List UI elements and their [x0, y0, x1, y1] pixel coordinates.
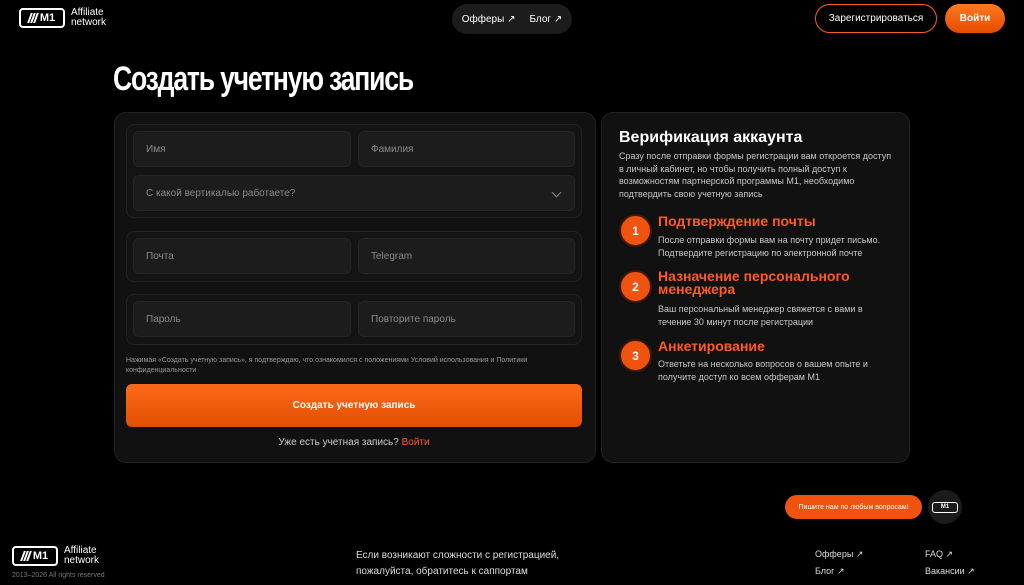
verification-intro: Сразу после отправки формы регистрации в…: [619, 151, 892, 199]
vertical-select[interactable]: С какой вертикалью работаете?: [133, 175, 575, 211]
logo-text: Affiliate network: [71, 8, 106, 28]
footer-logo-text: Affiliate network: [64, 546, 99, 566]
footer-link-vacancies-label: Вакансии: [925, 566, 965, 576]
step-title-1: Подтверждение почты: [658, 213, 816, 229]
logo-text-line2: network: [71, 17, 107, 28]
login-button[interactable]: Войти: [945, 4, 1005, 33]
telegram-input[interactable]: Telegram: [358, 238, 575, 274]
step-number-2: 2: [619, 270, 652, 303]
telegram-placeholder: Telegram: [371, 250, 413, 262]
footer-logo-text-line2: network: [64, 555, 100, 566]
vertical-select-placeholder: С какой вертикалью работаете?: [146, 187, 296, 199]
login-link[interactable]: Войти: [402, 437, 430, 448]
top-nav: Офферы ↗ Блог ↗: [452, 4, 572, 34]
footer-link-offers-label: Офферы: [815, 549, 854, 559]
password-repeat-placeholder: Повторите пароль: [371, 313, 456, 325]
arrow-up-right-icon: ↗: [945, 549, 954, 559]
have-account-text: Уже есть учетная запись?: [278, 437, 399, 448]
step-title-3: Анкетирование: [658, 338, 765, 354]
step-number-3: 3: [619, 339, 652, 372]
footer-link-faq-label: FAQ: [925, 549, 944, 559]
password-input[interactable]: Пароль: [133, 301, 351, 337]
footer-link-blog[interactable]: Блог ↗: [815, 566, 845, 577]
step-desc-3: Ответьте на несколько вопросов о вашем о…: [658, 359, 868, 382]
step-title-2: Назначение персонального менеджера: [658, 268, 850, 297]
logo-badge-text: M1: [39, 12, 56, 24]
page-title: Создать учетную запись: [113, 60, 414, 98]
arrow-up-right-icon: ↗: [967, 566, 975, 576]
nav-offers-label: Офферы: [461, 13, 505, 25]
footer-link-vacancies[interactable]: Вакансии ↗: [925, 566, 975, 577]
first-name-input[interactable]: Имя: [133, 131, 351, 167]
chat-avatar-badge-text: M1: [940, 504, 950, 510]
email-input[interactable]: Почта: [133, 238, 351, 274]
consent-text: Нажимая «Создать учетную запись», я подт…: [126, 357, 528, 374]
footer-help-line2: пожалуйста, обратитесь к саппортам: [356, 566, 528, 577]
footer-logo-badge-text: M1: [32, 550, 49, 562]
footer-logo-badge: M1: [12, 546, 58, 566]
verification-title: Верификация аккаунта: [619, 129, 803, 146]
footer-logo[interactable]: M1 Affiliate network: [12, 546, 99, 566]
step-number-1: 1: [619, 214, 652, 247]
nav-blog-label: Блог: [529, 13, 552, 25]
footer-link-offers[interactable]: Офферы ↗: [815, 549, 863, 560]
last-name-input[interactable]: Фамилия: [358, 131, 575, 167]
logo-stripes-icon: [27, 13, 39, 23]
arrow-up-right-icon: ↗: [855, 549, 864, 559]
footer-link-faq[interactable]: FAQ ↗: [925, 549, 953, 560]
first-name-placeholder: Имя: [146, 143, 166, 155]
m1-logo-icon: M1: [932, 501, 958, 513]
nav-offers[interactable]: Офферы ↗: [462, 14, 516, 25]
arrow-up-right-icon: ↗: [836, 566, 845, 576]
step-desc-1: После отправки формы вам на почту придет…: [658, 235, 881, 258]
register-button[interactable]: Зарегистрироваться: [815, 4, 937, 33]
step-desc-2: Ваш персональный менеджер свяжется с вам…: [658, 304, 863, 327]
email-placeholder: Почта: [146, 250, 174, 262]
password-placeholder: Пароль: [146, 313, 181, 325]
arrow-up-right-icon: ↗: [507, 13, 516, 25]
logo-stripes-icon: [20, 551, 32, 561]
copyright: 2013–2026 All rights reserved: [12, 572, 105, 579]
nav-blog[interactable]: Блог ↗: [529, 14, 562, 25]
footer-link-blog-label: Блог: [815, 566, 835, 576]
password-repeat-input[interactable]: Повторите пароль: [358, 301, 575, 337]
chevron-down-icon: [551, 187, 562, 198]
logo-badge: M1: [19, 8, 65, 28]
support-chat-button[interactable]: Пишите нам по любым вопросам!: [785, 495, 922, 519]
last-name-placeholder: Фамилия: [371, 143, 414, 155]
have-account-row: Уже есть учетная запись? Войти: [126, 437, 582, 448]
footer-help-text: Если возникают сложности с регистрацией,…: [356, 548, 559, 580]
support-chat-avatar[interactable]: M1: [928, 490, 962, 524]
arrow-up-right-icon: ↗: [553, 13, 563, 25]
create-account-button[interactable]: Создать учетную запись: [126, 384, 582, 427]
header-logo[interactable]: M1 Affiliate network: [19, 8, 106, 28]
footer-help-line1: Если возникают сложности с регистрацией,: [356, 550, 560, 561]
